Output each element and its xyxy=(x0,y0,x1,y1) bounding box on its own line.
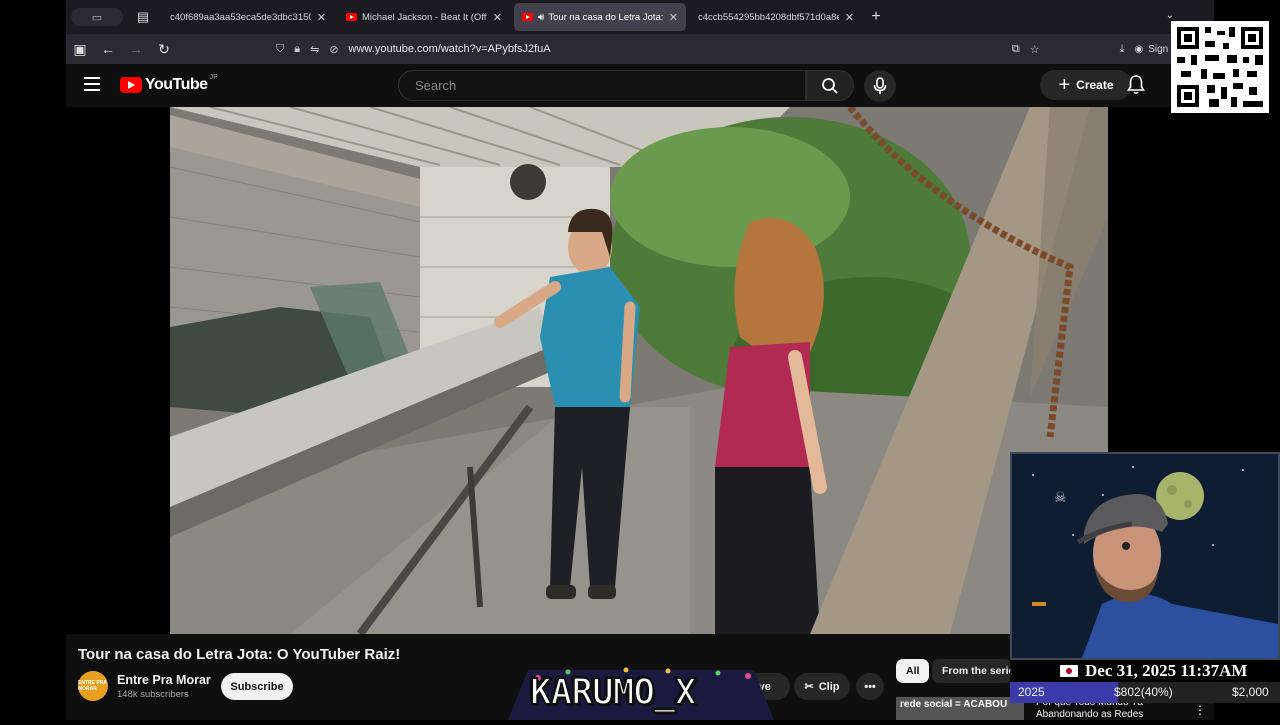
clip-label: Clip xyxy=(818,680,840,693)
close-icon[interactable]: ✕ xyxy=(845,11,854,24)
thumbnail-text: rede social = ACABOU xyxy=(900,699,1008,710)
voice-search-button[interactable] xyxy=(864,70,896,102)
sidebar-toggle-icon[interactable]: ▣ xyxy=(66,34,94,64)
video-scene-image xyxy=(170,107,1108,634)
tab-bar: ▭ ▤ c40f689aa3aa53eca5de3dbc3150f ✕ Mich… xyxy=(66,0,1214,34)
youtube-icon xyxy=(346,13,357,21)
more-vertical-icon[interactable]: ⋮ xyxy=(1194,703,1206,717)
youtube-logo[interactable]: YouTube JP xyxy=(120,73,218,94)
download-icon[interactable]: ⤓ xyxy=(1120,43,1125,56)
chip-from-the-series[interactable]: From the serie xyxy=(932,659,1012,683)
svg-text:☠: ☠ xyxy=(1054,490,1067,506)
back-button[interactable]: ← xyxy=(94,34,122,64)
more-horizontal-icon: ••• xyxy=(864,680,876,693)
more-actions-button[interactable]: ••• xyxy=(856,673,884,700)
tab-4[interactable]: c4ccb554295bb4208dbf571d0a8e ✕ xyxy=(690,3,862,31)
clip-button[interactable]: ✂ Clip xyxy=(794,673,850,700)
tab-1[interactable]: c40f689aa3aa53eca5de3dbc3150f ✕ xyxy=(162,3,334,31)
tab-groups-icon[interactable]: ▤ xyxy=(128,0,158,34)
chip-all[interactable]: All xyxy=(896,659,930,683)
speaker-icon[interactable]: 🔊︎ xyxy=(538,12,544,23)
webcam-image: ☠ xyxy=(1012,454,1278,658)
recommended-title-line: Abandonando as Redes xyxy=(1036,709,1144,720)
donation-progress-bar: 2025 $802(40%) $2,000 xyxy=(1010,682,1280,703)
nav-bar: ▣ ← → ↻ ⛉ 🔒︎ ⇋ ⊘ www.youtube.com/watch?v… xyxy=(66,34,1214,64)
progress-amount: $802(40%) xyxy=(1114,685,1173,699)
scissors-icon: ✂ xyxy=(804,681,814,693)
channel-avatar-text: ENTRE PRA MORAR xyxy=(78,680,107,692)
microphone-icon xyxy=(873,77,887,94)
datetime-text: Dec 31, 2025 11:37AM xyxy=(1085,661,1248,680)
plus-icon: + xyxy=(1058,74,1071,96)
sidebar-toggle[interactable]: ▭ xyxy=(66,0,128,34)
progress-year: 2025 xyxy=(1018,685,1045,699)
tab-title: c40f689aa3aa53eca5de3dbc3150f xyxy=(170,11,311,23)
search-button[interactable] xyxy=(806,70,854,101)
channel-name[interactable]: Entre Pra Morar xyxy=(117,673,211,687)
progress-goal: $2,000 xyxy=(1232,685,1269,699)
video-frame[interactable] xyxy=(170,107,1108,634)
notifications-bell-icon[interactable] xyxy=(1126,74,1146,96)
channel-avatar[interactable]: ENTRE PRA MORAR xyxy=(78,671,108,701)
menu-icon[interactable] xyxy=(84,77,100,91)
logo-text: YouTube xyxy=(145,76,208,93)
lock-icon[interactable]: 🔒︎ xyxy=(294,43,300,56)
recommended-video-thumbnail[interactable]: rede social = ACABOU xyxy=(896,697,1024,720)
forward-button[interactable]: → xyxy=(122,34,150,64)
banner-text: KARUMO_X xyxy=(529,671,697,714)
karumo-banner: KARUMO_X xyxy=(508,664,774,720)
shield-icon[interactable]: ⛉ xyxy=(276,43,284,56)
close-icon[interactable]: ✕ xyxy=(317,11,326,24)
tab-3-active[interactable]: 🔊︎ Tour na casa do Letra Jota: ✕ xyxy=(514,3,686,31)
reload-button[interactable]: ↻ xyxy=(150,34,178,64)
datetime-overlay: Dec 31, 2025 11:37AM xyxy=(1010,660,1280,682)
region-code: JP xyxy=(209,73,218,81)
picture-in-picture-icon[interactable]: ⧉ xyxy=(1012,43,1020,56)
tab-title: Tour na casa do Letra Jota: xyxy=(548,11,663,23)
video-title: Tour na casa do Letra Jota: O YouTuber R… xyxy=(78,646,401,663)
bookmark-star-icon[interactable]: ☆ xyxy=(1030,43,1040,56)
tab-title: Michael Jackson - Beat It (Offici xyxy=(362,11,487,23)
subscriber-count: 148k subscribers xyxy=(117,689,189,700)
qr-code-image xyxy=(1177,27,1263,107)
account-icon: ◉ xyxy=(1134,43,1144,55)
close-icon[interactable]: ✕ xyxy=(669,11,678,24)
tab-title: c4ccb554295bb4208dbf571d0a8e xyxy=(698,11,839,23)
youtube-header: YouTube JP Search + Create xyxy=(66,64,1214,107)
url-bar[interactable]: ⛉ 🔒︎ ⇋ ⊘ www.youtube.com/watch?v=APybfsJ… xyxy=(268,38,968,60)
blocked-autoplay-icon[interactable]: ⊘ xyxy=(329,43,338,56)
search-input[interactable]: Search xyxy=(398,70,806,101)
webcam-overlay: ☠ xyxy=(1010,452,1280,660)
chevron-down-icon[interactable]: ⌄ xyxy=(1166,10,1174,21)
url-text[interactable]: www.youtube.com/watch?v=APybfsJ2fuA xyxy=(349,43,551,55)
tab-2[interactable]: Michael Jackson - Beat It (Offici ✕ xyxy=(338,3,510,31)
japan-flag-icon xyxy=(1060,665,1078,677)
qr-code xyxy=(1171,21,1269,113)
new-tab-button[interactable]: + xyxy=(862,8,890,26)
youtube-icon xyxy=(120,77,142,93)
create-label: Create xyxy=(1076,78,1114,92)
subscribe-button[interactable]: Subscribe xyxy=(221,673,293,700)
search-icon xyxy=(822,77,838,94)
permissions-icon[interactable]: ⇋ xyxy=(310,43,319,56)
sidebar-icon: ▭ xyxy=(71,8,123,26)
create-button[interactable]: + Create xyxy=(1040,70,1132,100)
close-icon[interactable]: ✕ xyxy=(493,11,502,24)
youtube-icon xyxy=(522,13,533,21)
